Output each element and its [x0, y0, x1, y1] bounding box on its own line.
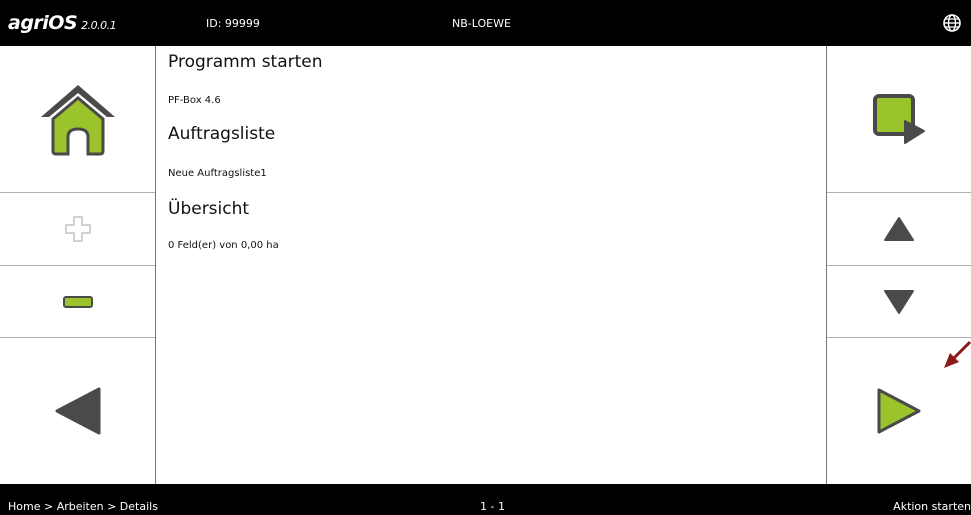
select-button[interactable]: [827, 46, 971, 192]
back-button[interactable]: [0, 338, 155, 484]
top-bar: agriOS 2.0.0.1 ID: 99999 NB-LOEWE: [0, 0, 971, 46]
home-button[interactable]: [0, 46, 155, 192]
action-label: Aktion starten: [893, 500, 971, 513]
minus-button[interactable]: [0, 266, 155, 337]
section-title-overview: Übersicht: [168, 199, 250, 219]
main-content: Programm starten PF-Box 4.6 Auftragslist…: [156, 46, 826, 484]
triangle-right-icon: [877, 388, 921, 434]
scroll-up-button[interactable]: [827, 193, 971, 265]
section-value-program[interactable]: PF-Box 4.6: [168, 95, 221, 106]
app-version: 2.0.0.1: [81, 19, 117, 32]
annotation-arrow-icon: [944, 340, 971, 368]
scroll-down-button[interactable]: [827, 266, 971, 337]
breadcrumb: Home > Arbeiten > Details: [8, 500, 158, 513]
globe-icon[interactable]: [942, 13, 962, 33]
section-title-program: Programm starten: [168, 52, 323, 72]
home-icon: [40, 85, 115, 156]
app-logo-text: agriOS: [8, 12, 78, 34]
left-panel: [0, 46, 156, 484]
minus-icon: [62, 295, 93, 308]
triangle-left-icon: [55, 387, 100, 435]
app-logo: agriOS 2.0.0.1: [8, 12, 117, 34]
device-name: NB-LOEWE: [452, 17, 511, 30]
right-panel: [826, 46, 971, 484]
section-title-job-list: Auftragsliste: [168, 124, 276, 144]
triangle-up-icon: [884, 217, 914, 241]
section-value-overview: 0 Feld(er) von 0,00 ha: [168, 240, 279, 251]
plus-icon: [64, 216, 91, 242]
triangle-down-icon: [884, 289, 914, 314]
bottom-bar: Home > Arbeiten > Details 1 - 1 Aktion s…: [0, 484, 971, 515]
section-value-job-list[interactable]: Neue Auftragsliste1: [168, 168, 267, 179]
page-indicator: 1 - 1: [480, 500, 505, 513]
device-id: ID: 99999: [206, 17, 260, 30]
plus-button[interactable]: [0, 193, 155, 265]
square-pointer-icon: [873, 94, 925, 144]
